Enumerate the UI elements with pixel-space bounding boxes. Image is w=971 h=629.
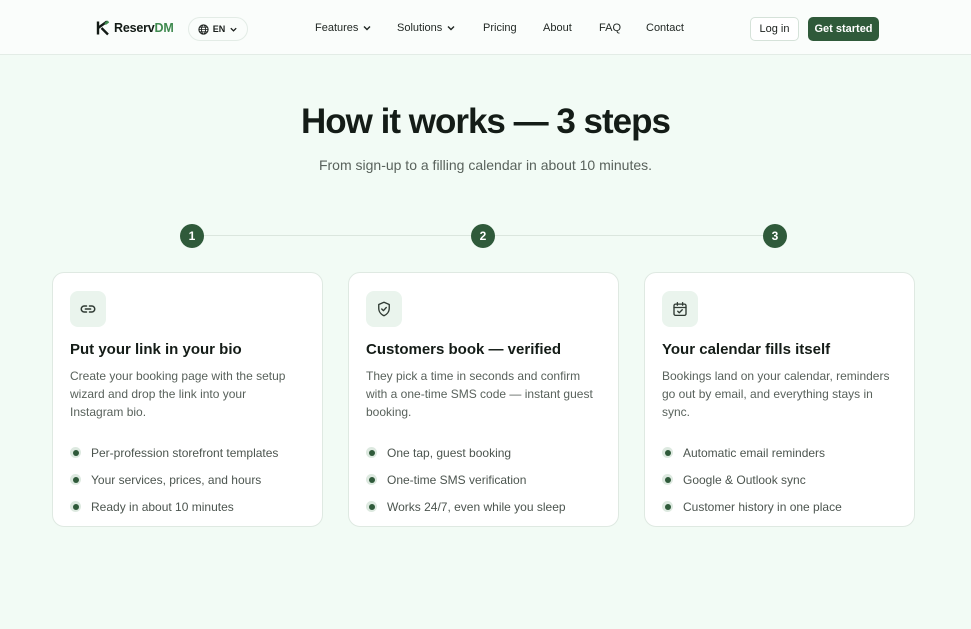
nav-item-solutions[interactable]: Solutions	[397, 22, 456, 34]
feature-text: Google & Outlook sync	[683, 472, 806, 487]
step-card-1: Put your link in your bio Create your bo…	[52, 272, 323, 527]
section-subtitle: From sign-up to a filling calendar in ab…	[318, 157, 653, 173]
card-icon-box	[70, 291, 106, 327]
card-title: Customers book — verified	[366, 341, 562, 358]
card-icon-box	[662, 291, 698, 327]
step-number-1: 1	[180, 224, 204, 248]
shield-check-icon	[378, 301, 390, 317]
bullet-icon	[70, 501, 81, 512]
step-number-2: 2	[471, 224, 495, 248]
card-description: Create your booking page with the setup …	[70, 369, 286, 419]
nav-item-contact[interactable]: Contact	[646, 22, 684, 34]
nav-item-pricing[interactable]: Pricing	[483, 22, 517, 34]
nav-item-label: Contact	[646, 22, 684, 34]
nav-item-label: Pricing	[483, 22, 517, 34]
bullet-icon	[366, 501, 377, 512]
chevron-down-icon	[447, 26, 455, 31]
card-icon-box	[366, 291, 402, 327]
nav-item-about[interactable]: About	[543, 22, 572, 34]
feature-text: Your services, prices, and hours	[91, 472, 262, 487]
bullet-icon	[366, 474, 377, 485]
calendar-check-icon	[673, 301, 687, 317]
list-item: Customer history in one place	[662, 493, 842, 520]
feature-text: Works 24/7, even while you sleep	[387, 499, 566, 514]
bullet-icon	[662, 447, 673, 458]
link-icon	[80, 305, 96, 313]
feature-text: One tap, guest booking	[387, 445, 512, 460]
card-title: Put your link in your bio	[70, 341, 242, 358]
bullet-icon	[662, 474, 673, 485]
step-number-3: 3	[763, 224, 787, 248]
nav-item-label: Features	[315, 22, 359, 34]
login-button[interactable]: Log in	[750, 17, 799, 41]
feature-text: Ready in about 10 minutes	[91, 499, 234, 514]
bullet-icon	[662, 501, 673, 512]
feature-list: One tap, guest booking One-time SMS veri…	[366, 439, 566, 520]
list-item: One tap, guest booking	[366, 439, 566, 466]
section-title: How it works — 3 steps	[301, 102, 671, 141]
step-card-2: Customers book — verified They pick a ti…	[348, 272, 619, 527]
nav-item-faq[interactable]: FAQ	[599, 22, 621, 34]
card-description: Bookings land on your calendar, reminder…	[662, 369, 890, 419]
site-header: ReservDM EN Features Solutions Pricing A…	[0, 0, 971, 55]
list-item: Automatic email reminders	[662, 439, 842, 466]
chevron-down-icon	[363, 26, 371, 31]
list-item: One-time SMS verification	[366, 466, 566, 493]
step-card-3: Your calendar fills itself Bookings land…	[644, 272, 915, 527]
feature-text: Per-profession storefront templates	[91, 445, 279, 460]
feature-list: Automatic email reminders Google & Outlo…	[662, 439, 842, 520]
nav-item-label: About	[543, 22, 572, 34]
feature-list: Per-profession storefront templates Your…	[70, 439, 278, 520]
card-description: They pick a time in seconds and confirm …	[366, 369, 593, 419]
get-started-button[interactable]: Get started	[808, 17, 879, 41]
nav-item-label: Solutions	[397, 22, 443, 34]
list-item: Google & Outlook sync	[662, 466, 842, 493]
nav-item-label: FAQ	[599, 22, 622, 34]
list-item: Your services, prices, and hours	[70, 466, 278, 493]
feature-text: Customer history in one place	[683, 499, 842, 514]
list-item: Ready in about 10 minutes	[70, 493, 278, 520]
list-item: Works 24/7, even while you sleep	[366, 493, 566, 520]
feature-text: Automatic email reminders	[683, 445, 826, 460]
bullet-icon	[70, 447, 81, 458]
card-title: Your calendar fills itself	[662, 341, 831, 358]
nav-item-features[interactable]: Features	[315, 22, 372, 34]
list-item: Per-profession storefront templates	[70, 439, 278, 466]
feature-text: One-time SMS verification	[387, 472, 527, 487]
bullet-icon	[70, 474, 81, 485]
bullet-icon	[366, 447, 377, 458]
